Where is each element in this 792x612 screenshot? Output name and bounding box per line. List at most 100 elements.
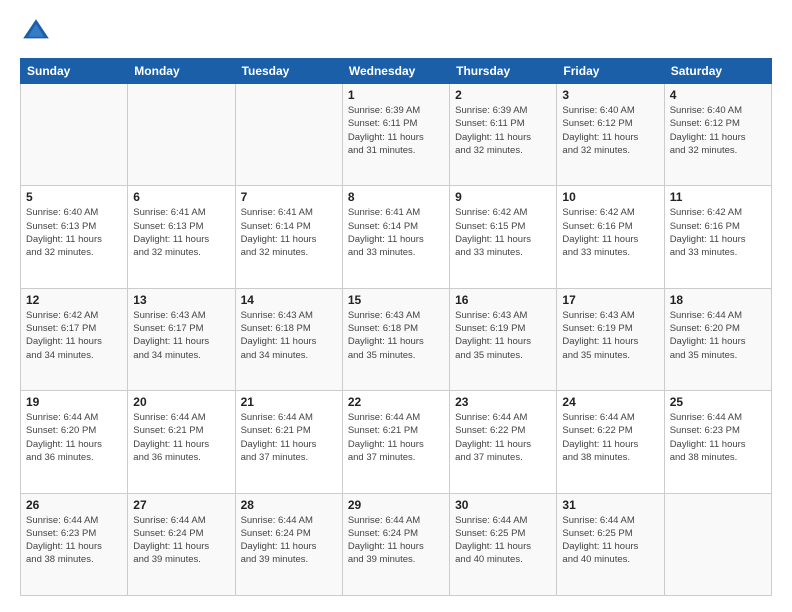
day-info: Sunrise: 6:43 AM Sunset: 6:19 PM Dayligh… <box>562 309 658 362</box>
day-number: 29 <box>348 498 444 512</box>
calendar-cell: 29 Sunrise: 6:44 AM Sunset: 6:24 PM Dayli… <box>342 493 449 595</box>
day-number: 15 <box>348 293 444 307</box>
weekday-header-wednesday: Wednesday <box>342 59 449 84</box>
calendar-cell: 6Sunrise: 6:41 AM Sunset: 6:13 PM Daylig… <box>128 186 235 288</box>
week-row-3: 19 Sunrise: 6:44 AM Sunset: 6:20 PM Dayli… <box>21 391 772 493</box>
calendar-cell: 4 Sunrise: 6:40 AM Sunset: 6:12 PM Daylig… <box>664 84 771 186</box>
calendar-cell <box>128 84 235 186</box>
day-info: Sunrise: 6:44 AM Sunset: 6:20 PM Dayligh… <box>670 309 766 362</box>
day-info: Sunrise: 6:44 AM Sunset: 6:24 PM Dayligh… <box>133 514 229 567</box>
day-info: Sunrise: 6:39 AM Sunset: 6:11 PM Dayligh… <box>455 104 551 157</box>
day-number: 28 <box>241 498 337 512</box>
week-row-1: 5 Sunrise: 6:40 AM Sunset: 6:13 PM Daylig… <box>21 186 772 288</box>
calendar-cell: 9 Sunrise: 6:42 AM Sunset: 6:15 PM Daylig… <box>450 186 557 288</box>
calendar-cell: 3 Sunrise: 6:40 AM Sunset: 6:12 PM Daylig… <box>557 84 664 186</box>
week-row-0: 1 Sunrise: 6:39 AM Sunset: 6:11 PM Daylig… <box>21 84 772 186</box>
calendar-cell: 24 Sunrise: 6:44 AM Sunset: 6:22 PM Dayli… <box>557 391 664 493</box>
day-info: Sunrise: 6:42 AM Sunset: 6:16 PM Dayligh… <box>670 206 766 259</box>
day-number: 26 <box>26 498 122 512</box>
day-info: Sunrise: 6:44 AM Sunset: 6:22 PM Dayligh… <box>562 411 658 464</box>
day-info: Sunrise: 6:43 AM Sunset: 6:19 PM Dayligh… <box>455 309 551 362</box>
day-number: 23 <box>455 395 551 409</box>
calendar-cell: 17 Sunrise: 6:43 AM Sunset: 6:19 PM Dayli… <box>557 288 664 390</box>
calendar-cell: 8Sunrise: 6:41 AM Sunset: 6:14 PM Daylig… <box>342 186 449 288</box>
weekday-header-sunday: Sunday <box>21 59 128 84</box>
calendar-cell: 28 Sunrise: 6:44 AM Sunset: 6:24 PM Dayli… <box>235 493 342 595</box>
day-info: Sunrise: 6:39 AM Sunset: 6:11 PM Dayligh… <box>348 104 444 157</box>
day-number: 1 <box>348 88 444 102</box>
day-info: Sunrise: 6:42 AM Sunset: 6:17 PM Dayligh… <box>26 309 122 362</box>
day-number: 17 <box>562 293 658 307</box>
calendar-cell: 18 Sunrise: 6:44 AM Sunset: 6:20 PM Dayli… <box>664 288 771 390</box>
logo-icon <box>20 16 52 48</box>
day-info: Sunrise: 6:42 AM Sunset: 6:15 PM Dayligh… <box>455 206 551 259</box>
day-info: Sunrise: 6:43 AM Sunset: 6:18 PM Dayligh… <box>348 309 444 362</box>
calendar-cell: 5 Sunrise: 6:40 AM Sunset: 6:13 PM Daylig… <box>21 186 128 288</box>
week-row-2: 12 Sunrise: 6:42 AM Sunset: 6:17 PM Dayli… <box>21 288 772 390</box>
calendar-table: SundayMondayTuesdayWednesdayThursdayFrid… <box>20 58 772 596</box>
day-info: Sunrise: 6:44 AM Sunset: 6:23 PM Dayligh… <box>26 514 122 567</box>
calendar-cell: 31 Sunrise: 6:44 AM Sunset: 6:25 PM Dayli… <box>557 493 664 595</box>
day-number: 24 <box>562 395 658 409</box>
day-number: 10 <box>562 190 658 204</box>
day-info: Sunrise: 6:44 AM Sunset: 6:22 PM Dayligh… <box>455 411 551 464</box>
day-info: Sunrise: 6:41 AM Sunset: 6:14 PM Dayligh… <box>348 206 444 259</box>
calendar-cell: 14 Sunrise: 6:43 AM Sunset: 6:18 PM Dayli… <box>235 288 342 390</box>
weekday-header-tuesday: Tuesday <box>235 59 342 84</box>
day-info: Sunrise: 6:42 AM Sunset: 6:16 PM Dayligh… <box>562 206 658 259</box>
calendar-cell: 20Sunrise: 6:44 AM Sunset: 6:21 PM Dayli… <box>128 391 235 493</box>
weekday-header-friday: Friday <box>557 59 664 84</box>
calendar-cell: 10 Sunrise: 6:42 AM Sunset: 6:16 PM Dayli… <box>557 186 664 288</box>
logo <box>20 16 56 48</box>
day-info: Sunrise: 6:43 AM Sunset: 6:17 PM Dayligh… <box>133 309 229 362</box>
header <box>20 16 772 48</box>
calendar-cell: 25 Sunrise: 6:44 AM Sunset: 6:23 PM Dayli… <box>664 391 771 493</box>
calendar-cell: 13 Sunrise: 6:43 AM Sunset: 6:17 PM Dayli… <box>128 288 235 390</box>
day-number: 22 <box>348 395 444 409</box>
calendar-cell: 23 Sunrise: 6:44 AM Sunset: 6:22 PM Dayli… <box>450 391 557 493</box>
week-row-4: 26 Sunrise: 6:44 AM Sunset: 6:23 PM Dayli… <box>21 493 772 595</box>
weekday-header-monday: Monday <box>128 59 235 84</box>
calendar-cell: 30 Sunrise: 6:44 AM Sunset: 6:25 PM Dayli… <box>450 493 557 595</box>
day-info: Sunrise: 6:41 AM Sunset: 6:13 PM Dayligh… <box>133 206 229 259</box>
calendar-cell: 19 Sunrise: 6:44 AM Sunset: 6:20 PM Dayli… <box>21 391 128 493</box>
day-number: 14 <box>241 293 337 307</box>
calendar-cell <box>21 84 128 186</box>
day-number: 13 <box>133 293 229 307</box>
day-info: Sunrise: 6:44 AM Sunset: 6:21 PM Dayligh… <box>348 411 444 464</box>
day-info: Sunrise: 6:44 AM Sunset: 6:25 PM Dayligh… <box>455 514 551 567</box>
calendar-cell: 7Sunrise: 6:41 AM Sunset: 6:14 PM Daylig… <box>235 186 342 288</box>
day-number: 3 <box>562 88 658 102</box>
day-info: Sunrise: 6:40 AM Sunset: 6:12 PM Dayligh… <box>562 104 658 157</box>
day-info: Sunrise: 6:44 AM Sunset: 6:25 PM Dayligh… <box>562 514 658 567</box>
day-info: Sunrise: 6:44 AM Sunset: 6:24 PM Dayligh… <box>241 514 337 567</box>
calendar-cell: 12 Sunrise: 6:42 AM Sunset: 6:17 PM Dayli… <box>21 288 128 390</box>
day-number: 31 <box>562 498 658 512</box>
day-info: Sunrise: 6:44 AM Sunset: 6:20 PM Dayligh… <box>26 411 122 464</box>
day-info: Sunrise: 6:40 AM Sunset: 6:13 PM Dayligh… <box>26 206 122 259</box>
day-number: 20 <box>133 395 229 409</box>
day-number: 25 <box>670 395 766 409</box>
day-number: 9 <box>455 190 551 204</box>
day-number: 18 <box>670 293 766 307</box>
calendar-cell: 15 Sunrise: 6:43 AM Sunset: 6:18 PM Dayli… <box>342 288 449 390</box>
calendar-cell: 27Sunrise: 6:44 AM Sunset: 6:24 PM Dayli… <box>128 493 235 595</box>
calendar-cell: 22 Sunrise: 6:44 AM Sunset: 6:21 PM Dayli… <box>342 391 449 493</box>
calendar-cell: 2 Sunrise: 6:39 AM Sunset: 6:11 PM Daylig… <box>450 84 557 186</box>
day-number: 12 <box>26 293 122 307</box>
day-info: Sunrise: 6:44 AM Sunset: 6:21 PM Dayligh… <box>241 411 337 464</box>
page: SundayMondayTuesdayWednesdayThursdayFrid… <box>0 0 792 612</box>
day-info: Sunrise: 6:44 AM Sunset: 6:23 PM Dayligh… <box>670 411 766 464</box>
weekday-header-thursday: Thursday <box>450 59 557 84</box>
calendar-cell <box>664 493 771 595</box>
day-number: 5 <box>26 190 122 204</box>
day-number: 2 <box>455 88 551 102</box>
calendar-cell: 1 Sunrise: 6:39 AM Sunset: 6:11 PM Daylig… <box>342 84 449 186</box>
day-info: Sunrise: 6:40 AM Sunset: 6:12 PM Dayligh… <box>670 104 766 157</box>
day-info: Sunrise: 6:43 AM Sunset: 6:18 PM Dayligh… <box>241 309 337 362</box>
day-info: Sunrise: 6:44 AM Sunset: 6:24 PM Dayligh… <box>348 514 444 567</box>
calendar-cell: 16Sunrise: 6:43 AM Sunset: 6:19 PM Dayli… <box>450 288 557 390</box>
day-number: 30 <box>455 498 551 512</box>
day-number: 4 <box>670 88 766 102</box>
day-number: 19 <box>26 395 122 409</box>
